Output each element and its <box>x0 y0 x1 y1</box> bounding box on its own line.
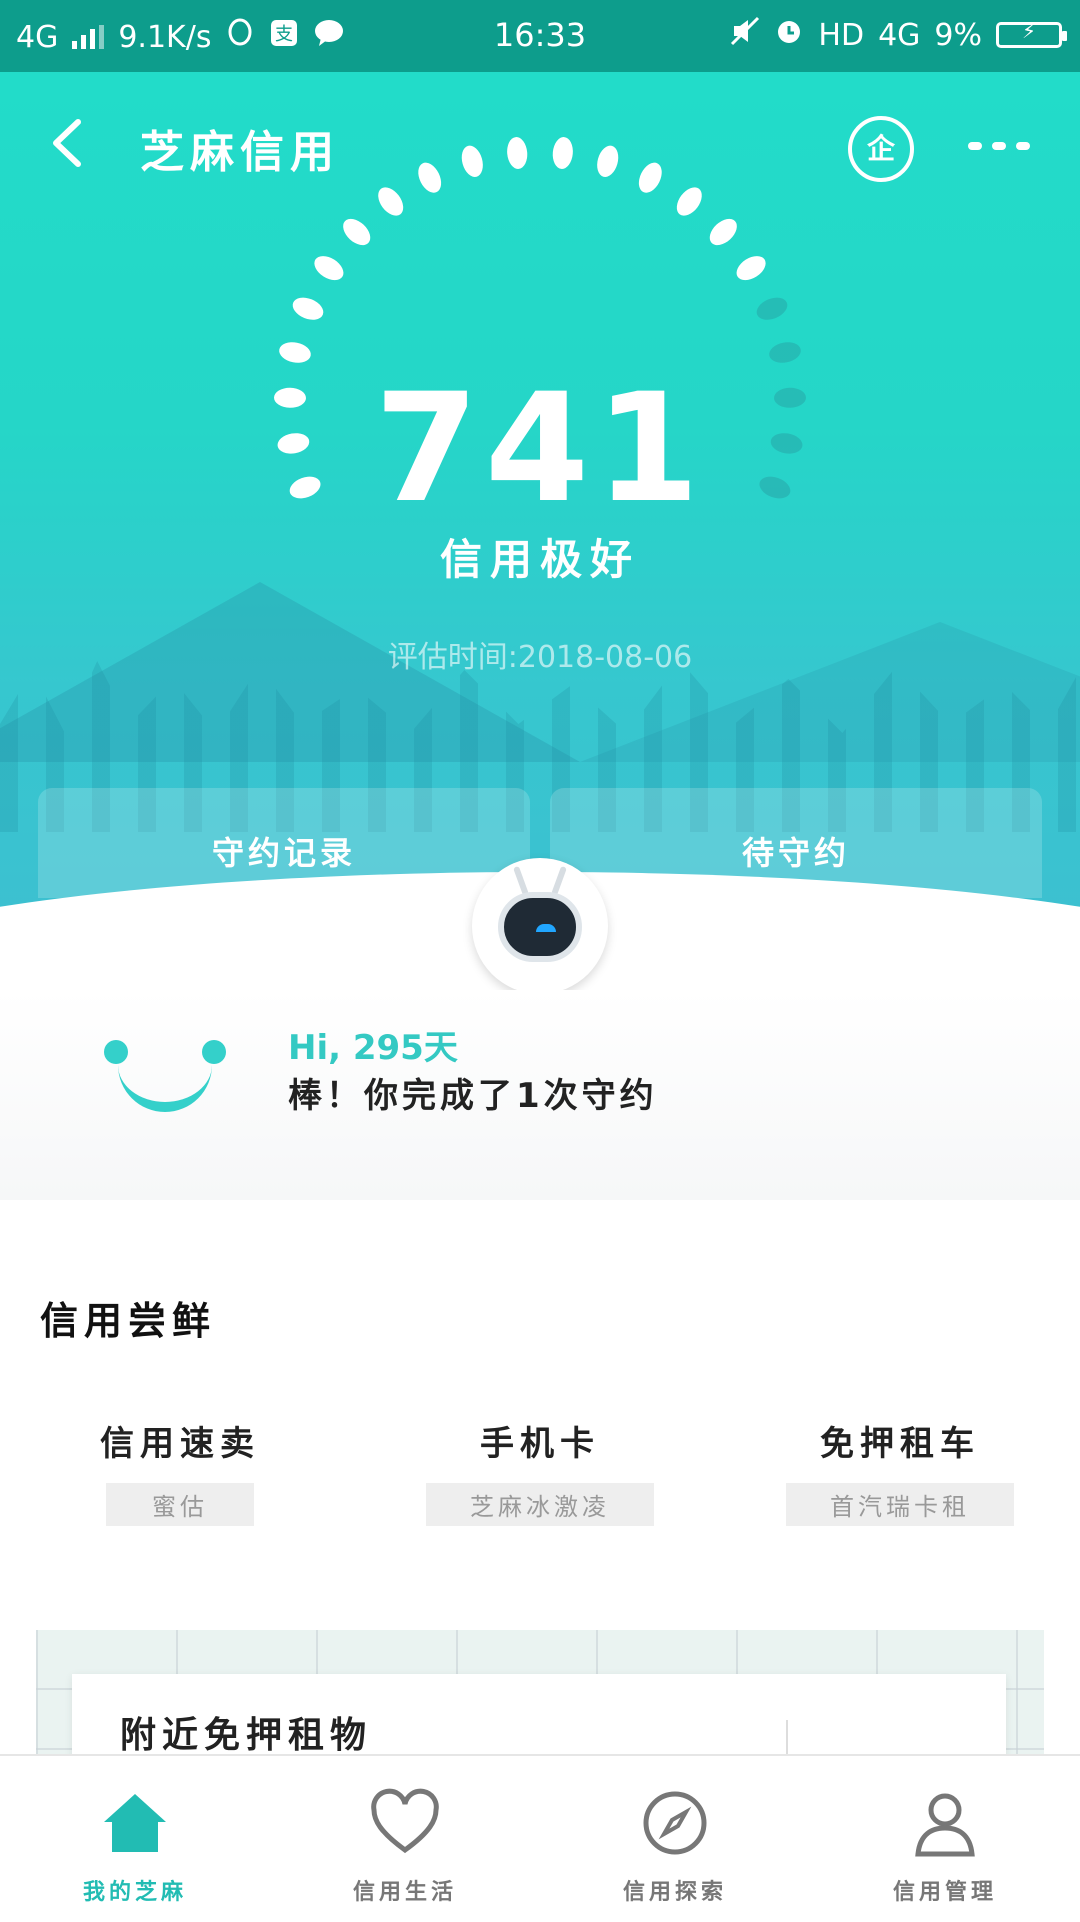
alarm-icon <box>774 16 804 54</box>
product-name: 信用速卖 <box>100 1424 260 1464</box>
evaluation-time: 评估时间:2018-08-06 <box>387 640 693 675</box>
status-bar: 4G 9.1K/s 支 16:33 HD 4G 9% ⚡ <box>0 0 1080 72</box>
nearby-panel: 附近免押租物 <box>72 1674 1006 1760</box>
gauge-dot <box>756 297 788 320</box>
compass-icon <box>643 1791 707 1855</box>
tab-pending[interactable]: 待守约 <box>550 788 1042 898</box>
credit-score: 741 <box>374 362 706 536</box>
gauge-dot <box>378 187 404 216</box>
credit-gauge: 741 信用极好 评估时间:2018-08-06 <box>0 72 1080 675</box>
tab-records[interactable]: 守约记录 <box>38 788 530 898</box>
nav-label: 信用探索 <box>622 1880 727 1905</box>
network-type-right: 4G <box>878 17 921 53</box>
gauge-dot <box>507 137 528 169</box>
gauge-dot <box>314 256 344 281</box>
smile-icon <box>100 1040 230 1130</box>
home-icon <box>104 1794 166 1852</box>
nav-credit-life[interactable]: 信用生活 <box>270 1756 540 1922</box>
nav-label: 信用管理 <box>892 1880 997 1905</box>
product-item[interactable]: 手机卡 芝麻冰激凌 <box>360 1416 720 1526</box>
nav-credit-manage[interactable]: 信用管理 <box>810 1756 1080 1922</box>
battery-charging-icon: ⚡ <box>996 19 1067 48</box>
gauge-dot <box>552 137 573 169</box>
nav-label: 信用生活 <box>352 1880 457 1905</box>
gauge-dot <box>343 218 371 246</box>
product-name: 手机卡 <box>480 1424 600 1464</box>
gauge-dot <box>709 218 737 246</box>
product-name: 免押租车 <box>820 1424 980 1464</box>
gauge-dot <box>597 145 619 177</box>
product-item[interactable]: 信用速卖 蜜估 <box>0 1416 360 1526</box>
gauge-dot <box>292 297 324 320</box>
nav-label: 我的芝麻 <box>82 1880 187 1905</box>
nav-my-zhima[interactable]: 我的芝麻 <box>0 1756 270 1922</box>
product-provider: 首汽瑞卡租 <box>786 1483 1014 1526</box>
credit-level: 信用极好 <box>439 535 640 584</box>
gauge-dot <box>418 162 442 193</box>
status-right: HD 4G 9% ⚡ <box>730 16 1067 54</box>
mute-icon <box>730 16 760 54</box>
gauge-dot <box>736 256 766 281</box>
greeting-card: Hi, 295天 棒！你完成了1次守约 <box>0 990 1080 1200</box>
hd-label: HD <box>818 17 865 53</box>
product-provider: 蜜估 <box>106 1483 254 1526</box>
gauge-dot <box>638 162 662 193</box>
greeting-days: Hi, 295天 <box>288 1028 458 1068</box>
user-icon <box>915 1793 975 1857</box>
nav-credit-explore[interactable]: 信用探索 <box>540 1756 810 1922</box>
gauge-dot <box>461 145 483 177</box>
nearby-title: 附近免押租物 <box>120 1715 373 1756</box>
battery-percent: 9% <box>934 17 982 53</box>
robot-mascot-icon[interactable] <box>472 858 608 994</box>
product-provider: 芝麻冰激凌 <box>426 1483 654 1526</box>
heart-icon <box>371 1788 439 1854</box>
section-title: 信用尝鲜 <box>40 1299 217 1343</box>
greeting-message: 棒！你完成了1次守约 <box>288 1076 658 1116</box>
product-item[interactable]: 免押租车 首汽瑞卡租 <box>720 1416 1080 1526</box>
gauge-dot <box>676 187 702 216</box>
product-list: 信用速卖 蜜估 手机卡 芝麻冰激凌 免押租车 首汽瑞卡租 <box>0 1416 1080 1526</box>
nearby-rental-card[interactable]: 附近免押租物 <box>36 1630 1044 1760</box>
bottom-navigation: 我的芝麻 信用生活 信用探索 信用管理 <box>0 1754 1080 1922</box>
